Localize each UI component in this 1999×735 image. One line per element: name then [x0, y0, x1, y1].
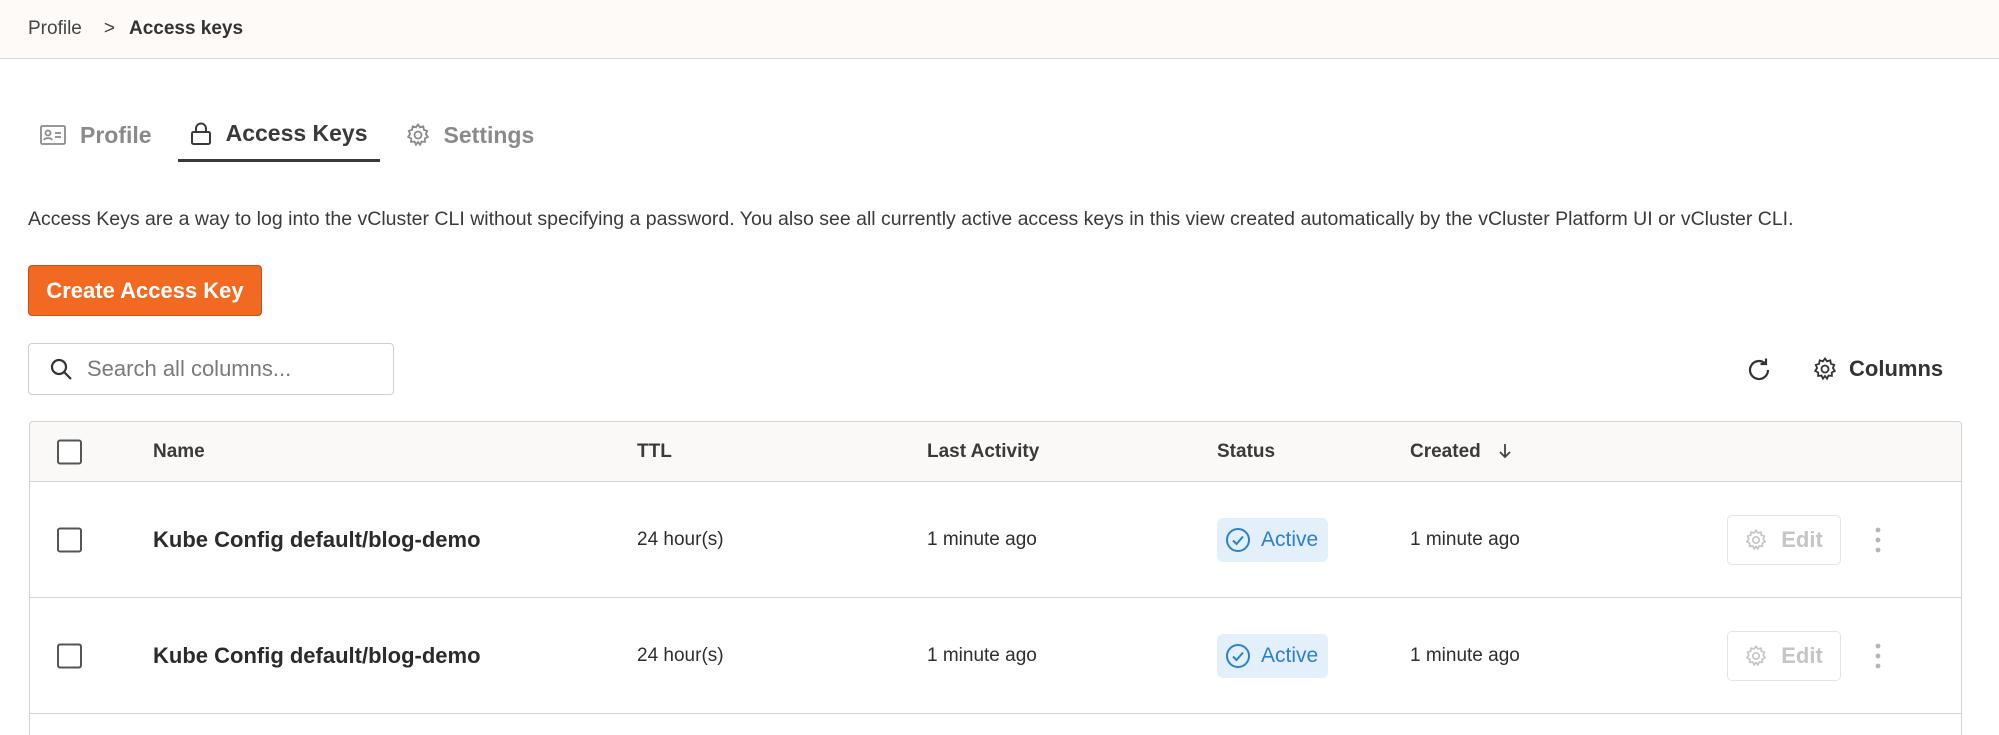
- tab-settings[interactable]: Settings: [394, 108, 547, 162]
- status-label: Active: [1261, 643, 1319, 667]
- search-input[interactable]: [87, 356, 377, 382]
- edit-label: Edit: [1781, 526, 1823, 552]
- gear-icon: [1746, 528, 1767, 550]
- breadcrumb-profile-link[interactable]: Profile: [28, 18, 82, 40]
- check-circle-icon: [1226, 643, 1250, 668]
- tab-profile-label: Profile: [80, 121, 152, 148]
- row-created: 1 minute ago: [1410, 644, 1520, 666]
- status-label: Active: [1261, 527, 1319, 551]
- select-all-checkbox[interactable]: [57, 439, 82, 464]
- row-last-activity: 1 minute ago: [927, 644, 1037, 666]
- columns-label: Columns: [1849, 356, 1944, 381]
- row-checkbox[interactable]: [57, 527, 82, 552]
- table-row[interactable]: Kube Config default/blog-demo 24 hour(s)…: [30, 598, 1961, 714]
- more-options-icon[interactable]: [1874, 526, 1882, 554]
- header-last-activity[interactable]: Last Activity: [927, 441, 1039, 463]
- check-circle-icon: [1226, 527, 1250, 552]
- tab-access-keys-label: Access Keys: [225, 120, 368, 146]
- refresh-icon[interactable]: [1745, 356, 1773, 384]
- tab-access-keys[interactable]: Access Keys: [177, 108, 380, 162]
- table-header: Name TTL Last Activity Status Created: [30, 422, 1961, 482]
- header-created-label: Created: [1410, 440, 1481, 462]
- gear-icon: [406, 123, 429, 147]
- edit-button[interactable]: Edit: [1727, 630, 1841, 681]
- row-created: 1 minute ago: [1410, 528, 1520, 550]
- tab-profile[interactable]: Profile: [28, 108, 164, 162]
- breadcrumb-separator: >: [103, 18, 115, 39]
- gear-icon: [1746, 644, 1767, 666]
- row-last-activity: 1 minute ago: [927, 528, 1037, 550]
- page-description: Access Keys are a way to log into the vC…: [28, 208, 1794, 230]
- edit-button[interactable]: Edit: [1727, 514, 1841, 565]
- row-ttl: 24 hour(s): [637, 528, 724, 550]
- row-checkbox[interactable]: [57, 643, 82, 668]
- header-status[interactable]: Status: [1217, 441, 1275, 463]
- row-ttl: 24 hour(s): [637, 644, 724, 666]
- header-ttl[interactable]: TTL: [637, 441, 672, 463]
- tab-settings-label: Settings: [443, 121, 535, 148]
- breadcrumb: Profile > Access keys: [0, 0, 1999, 59]
- table-row[interactable]: Kube Config default/blog-demo 24 hour(s)…: [30, 482, 1961, 598]
- search-icon: [50, 358, 72, 380]
- status-badge: Active: [1217, 633, 1329, 678]
- lock-icon: [190, 122, 211, 145]
- access-keys-table: Name TTL Last Activity Status Created Ku…: [29, 421, 1962, 735]
- tab-bar: Profile Access Keys Settings: [28, 108, 560, 164]
- breadcrumb-current: Access keys: [128, 18, 244, 39]
- edit-label: Edit: [1781, 642, 1823, 668]
- header-name[interactable]: Name: [153, 441, 205, 463]
- columns-button[interactable]: Columns: [1813, 356, 1943, 382]
- create-access-key-button[interactable]: Create Access Key: [28, 265, 262, 316]
- search-box[interactable]: [28, 343, 394, 395]
- more-options-icon[interactable]: [1874, 642, 1882, 670]
- gear-icon: [1813, 357, 1837, 381]
- row-name[interactable]: Kube Config default/blog-demo: [153, 643, 481, 669]
- status-badge: Active: [1217, 517, 1329, 562]
- sort-descending-icon: [1499, 444, 1511, 459]
- header-created[interactable]: Created: [1410, 441, 1512, 463]
- id-card-icon: [40, 125, 66, 145]
- row-name[interactable]: Kube Config default/blog-demo: [153, 527, 481, 553]
